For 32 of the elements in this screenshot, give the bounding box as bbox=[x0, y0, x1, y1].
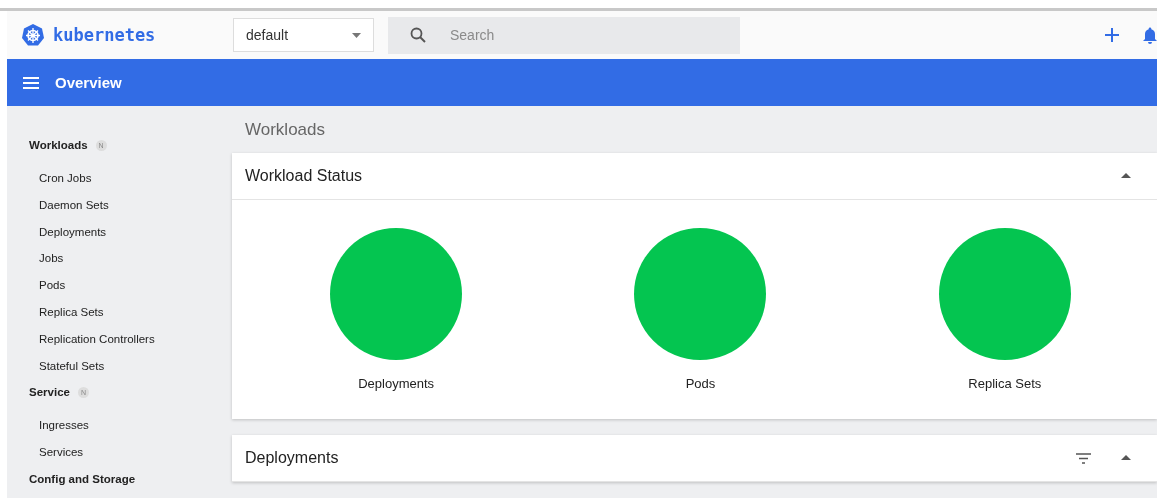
search-field[interactable]: Search bbox=[388, 16, 740, 54]
card-title: Deployments bbox=[245, 449, 339, 467]
nav-item[interactable]: Replica Sets bbox=[29, 298, 232, 326]
brand-name: kubernetes bbox=[53, 25, 157, 45]
nav-section-title[interactable]: Workloads bbox=[29, 139, 88, 152]
chart-label: Pods bbox=[685, 376, 716, 391]
chart-label: Replica Sets bbox=[968, 376, 1042, 391]
nav-section-title[interactable]: Service bbox=[29, 386, 70, 399]
search-icon bbox=[410, 26, 426, 43]
nav-item[interactable]: Jobs bbox=[29, 245, 232, 272]
nav-item[interactable]: Replication Controllers bbox=[29, 325, 232, 353]
notifications-button[interactable] bbox=[1143, 26, 1157, 44]
logo-icon bbox=[21, 23, 45, 47]
filter-button[interactable] bbox=[1076, 452, 1091, 464]
nav-item[interactable]: Stateful Sets bbox=[29, 352, 232, 379]
add-button[interactable] bbox=[1105, 28, 1119, 42]
nav-item[interactable]: Daemon Sets bbox=[29, 191, 232, 219]
card-title: Workload Status bbox=[245, 167, 363, 185]
chart-label: Deployments bbox=[358, 376, 435, 391]
nav-item[interactable]: Pods bbox=[29, 271, 232, 299]
section-heading: Workloads bbox=[244, 118, 326, 141]
nav-item[interactable]: Services bbox=[29, 438, 232, 466]
nav-section-title[interactable]: Config and Storage bbox=[29, 472, 136, 485]
page-title: Overview bbox=[55, 74, 122, 91]
nav-item[interactable]: Cron Jobs bbox=[29, 164, 232, 192]
collapse-button[interactable] bbox=[1121, 173, 1131, 179]
caret-icon bbox=[352, 32, 361, 38]
nav-item[interactable]: Ingresses bbox=[29, 411, 232, 439]
collapse-button[interactable] bbox=[1121, 455, 1131, 461]
namespace-select[interactable]: default bbox=[233, 18, 374, 52]
nav-item[interactable]: Deployments bbox=[29, 218, 232, 246]
menu-button[interactable] bbox=[23, 76, 39, 89]
